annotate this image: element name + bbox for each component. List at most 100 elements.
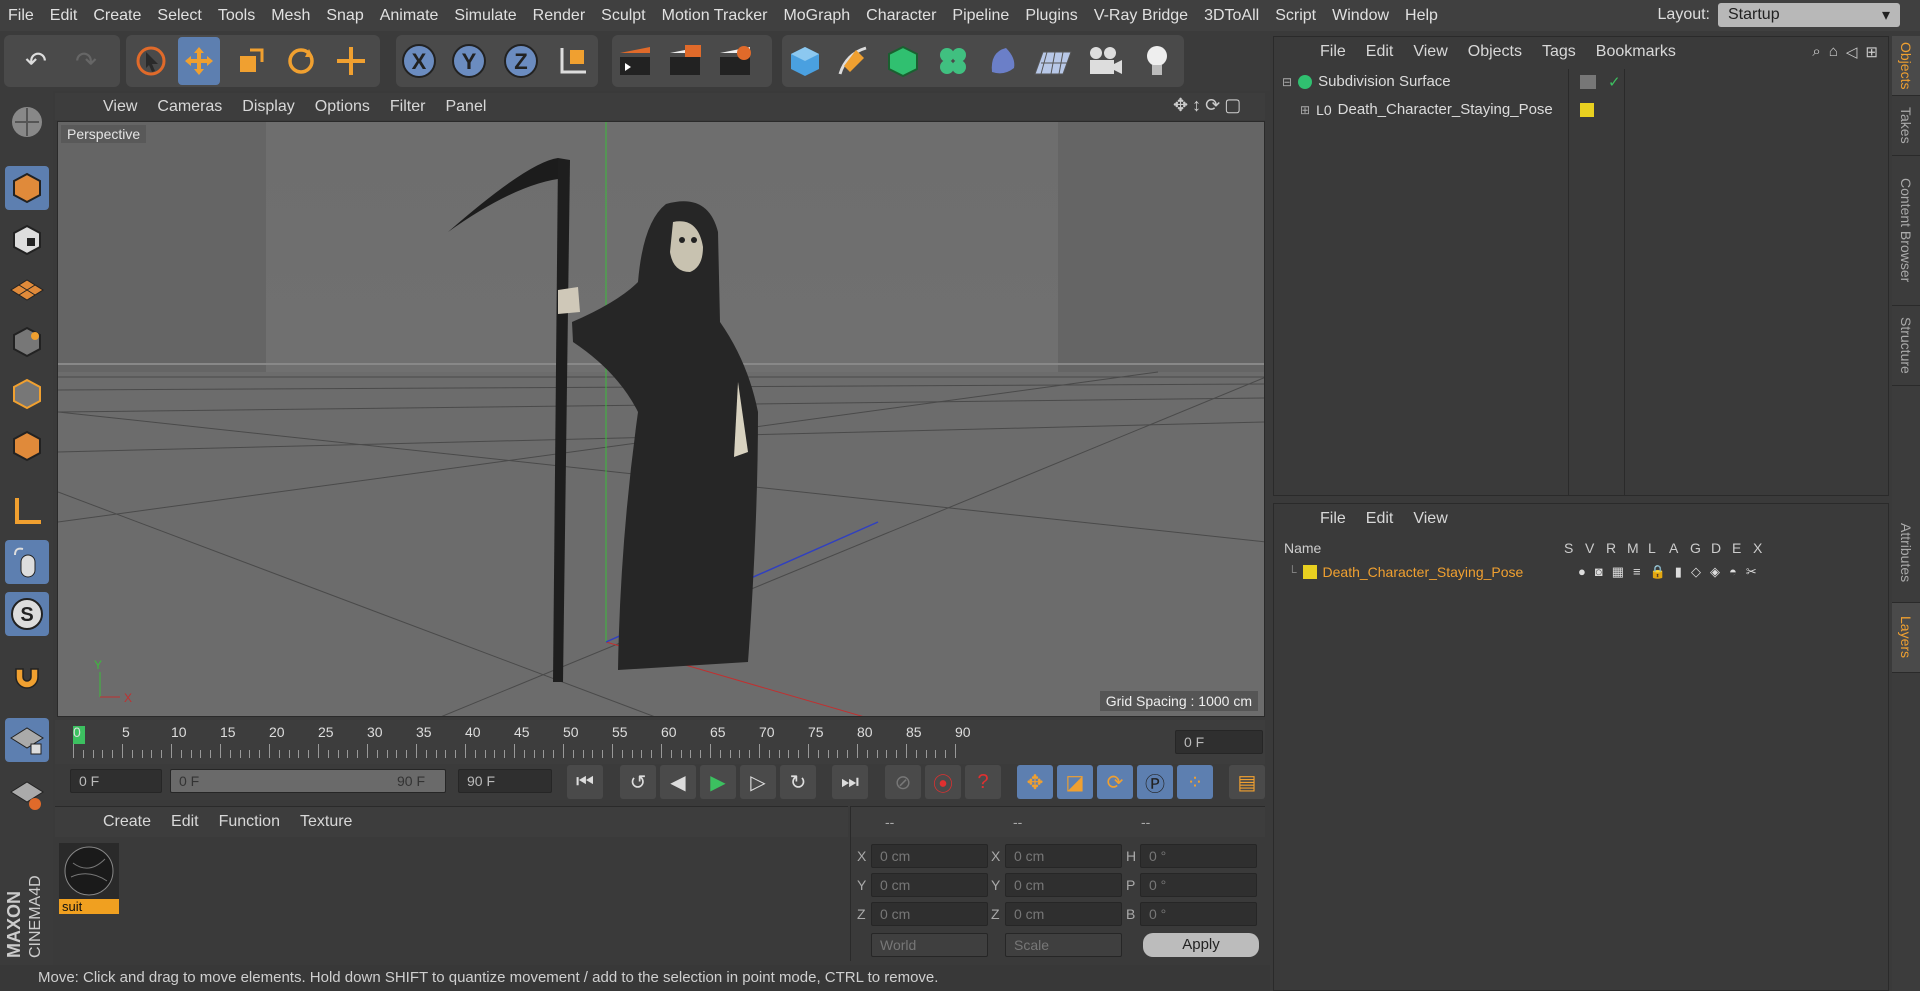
layer-column-header[interactable]: V bbox=[1585, 540, 1594, 556]
current-frame-field[interactable]: 0 F bbox=[1175, 730, 1263, 754]
play-icon[interactable]: ▶ bbox=[700, 765, 736, 799]
layout-dropdown[interactable]: Startup ▾ bbox=[1718, 3, 1900, 27]
texture-mode-icon[interactable] bbox=[5, 218, 49, 262]
menu-item-sculpt[interactable]: Sculpt bbox=[593, 7, 653, 25]
render-toggle-icon[interactable]: ▦ bbox=[1612, 564, 1624, 580]
visibility-icon[interactable] bbox=[1580, 74, 1596, 89]
layer-column-header[interactable]: D bbox=[1711, 540, 1721, 556]
layer-column-header[interactable]: A bbox=[1669, 540, 1678, 556]
new-window-icon[interactable]: ⊞ bbox=[1865, 43, 1878, 61]
menu-item-animate[interactable]: Animate bbox=[372, 7, 447, 25]
menu-item-create[interactable]: Create bbox=[85, 7, 149, 25]
generator-toggle-icon[interactable]: ◇ bbox=[1691, 564, 1701, 580]
apply-button[interactable]: Apply bbox=[1143, 933, 1259, 957]
polygons-mode-icon[interactable] bbox=[5, 424, 49, 468]
coord-field[interactable]: 0 ° bbox=[1140, 873, 1257, 897]
pan-icon[interactable]: ✥ bbox=[1173, 95, 1188, 116]
animation-toggle-icon[interactable]: ▮ bbox=[1675, 564, 1682, 580]
coordinate-mode-dropdown[interactable]: World bbox=[871, 933, 988, 957]
frame-range-slider[interactable]: 0 F 90 F bbox=[170, 769, 446, 793]
cube-primitive-icon[interactable] bbox=[784, 37, 826, 85]
layer-menu-view[interactable]: View bbox=[1403, 510, 1457, 528]
x-axis-lock-icon[interactable]: X bbox=[398, 37, 440, 85]
select-pointer-icon[interactable] bbox=[130, 37, 172, 85]
go-to-start-icon[interactable]: ⏮ bbox=[567, 765, 603, 799]
expand-icon[interactable]: ⊞ bbox=[1300, 103, 1310, 117]
menu-item-character[interactable]: Character bbox=[858, 7, 944, 25]
menu-item-snap[interactable]: Snap bbox=[318, 7, 371, 25]
layer-column-header[interactable]: X bbox=[1753, 540, 1762, 556]
key-pla-icon[interactable]: ⁘ bbox=[1177, 765, 1213, 799]
coord-field[interactable]: 0 cm bbox=[871, 844, 988, 868]
viewport-menu-cameras[interactable]: Cameras bbox=[147, 98, 232, 116]
solo-mode-icon[interactable]: S bbox=[5, 592, 49, 636]
key-scale-icon[interactable]: ◪ bbox=[1057, 765, 1093, 799]
undo-icon[interactable]: ↶ bbox=[15, 37, 57, 85]
keyframe-selection-icon[interactable]: ? bbox=[965, 765, 1001, 799]
subdivision-surface-icon[interactable] bbox=[882, 37, 924, 85]
previous-frame-icon[interactable]: ◀ bbox=[660, 765, 696, 799]
axis-mode-icon[interactable] bbox=[5, 488, 49, 532]
viewport-menu-options[interactable]: Options bbox=[305, 98, 380, 116]
cloner-icon[interactable] bbox=[932, 37, 974, 85]
object-menu-tags[interactable]: Tags bbox=[1532, 43, 1586, 61]
menu-item-script[interactable]: Script bbox=[1267, 7, 1324, 25]
coord-field[interactable]: 0 cm bbox=[1005, 844, 1122, 868]
collapse-icon[interactable]: ⊟ bbox=[1282, 75, 1292, 89]
layer-row[interactable]: └ Death_Character_Staying_Pose ● ◙ ▦ ≡ 🔒… bbox=[1288, 562, 1883, 582]
pen-spline-icon[interactable] bbox=[832, 37, 874, 85]
viewport-menu-display[interactable]: Display bbox=[232, 98, 304, 116]
light-icon[interactable] bbox=[1136, 37, 1178, 85]
menu-item-pipeline[interactable]: Pipeline bbox=[944, 7, 1017, 25]
workplane-lock-icon[interactable] bbox=[5, 718, 49, 762]
size-mode-dropdown[interactable]: Scale bbox=[1005, 933, 1122, 957]
layer-column-header[interactable]: S bbox=[1564, 540, 1573, 556]
rotate-view-icon[interactable]: ⟳ bbox=[1205, 95, 1220, 116]
key-position-icon[interactable]: ✥ bbox=[1017, 765, 1053, 799]
menu-item-3dtoall[interactable]: 3DToAll bbox=[1196, 7, 1267, 25]
material-menu-texture[interactable]: Texture bbox=[290, 813, 362, 831]
check-icon[interactable]: ✓ bbox=[1608, 73, 1621, 91]
key-rotation-icon[interactable]: ⟳ bbox=[1097, 765, 1133, 799]
object-menu-objects[interactable]: Objects bbox=[1458, 43, 1532, 61]
menu-item-help[interactable]: Help bbox=[1397, 7, 1446, 25]
menu-item-window[interactable]: Window bbox=[1324, 7, 1397, 25]
menu-item-select[interactable]: Select bbox=[149, 7, 209, 25]
workplane-mode-icon[interactable] bbox=[5, 268, 49, 312]
floor-icon[interactable] bbox=[1032, 37, 1074, 85]
object-menu-bookmarks[interactable]: Bookmarks bbox=[1586, 43, 1686, 61]
coord-field[interactable]: 0 cm bbox=[871, 902, 988, 926]
material-menu-create[interactable]: Create bbox=[93, 813, 161, 831]
material-menu-function[interactable]: Function bbox=[209, 813, 290, 831]
key-parameter-icon[interactable]: Ⓟ bbox=[1137, 765, 1173, 799]
viewport-menu-panel[interactable]: Panel bbox=[435, 98, 496, 116]
tweak-mode-icon[interactable] bbox=[5, 540, 49, 584]
coord-field[interactable]: 0 cm bbox=[871, 873, 988, 897]
y-axis-lock-icon[interactable]: Y bbox=[448, 37, 490, 85]
start-frame-field[interactable]: 0 F bbox=[70, 769, 162, 793]
layer-column-header[interactable]: Name bbox=[1284, 540, 1321, 556]
manager-toggle-icon[interactable]: ≡ bbox=[1633, 564, 1641, 580]
perspective-viewport[interactable]: Y X Perspective Grid Spacing : 1000 cm bbox=[57, 121, 1265, 717]
edges-mode-icon[interactable] bbox=[5, 372, 49, 416]
layer-menu-file[interactable]: File bbox=[1310, 510, 1356, 528]
layer-column-header[interactable]: L bbox=[1648, 540, 1656, 556]
xref-toggle-icon[interactable]: ✂ bbox=[1746, 564, 1757, 580]
menu-item-simulate[interactable]: Simulate bbox=[446, 7, 524, 25]
tab-takes[interactable]: Takes bbox=[1892, 96, 1920, 156]
autokey-icon[interactable]: ⦿ bbox=[925, 765, 961, 799]
material-menu-edit[interactable]: Edit bbox=[161, 813, 209, 831]
z-axis-lock-icon[interactable]: Z bbox=[500, 37, 542, 85]
solo-toggle-icon[interactable]: ● bbox=[1578, 564, 1586, 580]
timeline[interactable]: 0 5 10 15 20 25 30 35 40 45 50 55 60 65 70 75 80 85 90 0 F bbox=[55, 720, 1265, 764]
menu-item-edit[interactable]: Edit bbox=[42, 7, 86, 25]
material-suit[interactable]: suit bbox=[59, 843, 119, 914]
layer-name[interactable]: Death_Character_Staying_Pose bbox=[1323, 564, 1524, 580]
layer-color-tag[interactable] bbox=[1580, 102, 1594, 117]
object-row-character[interactable]: ⊞ L0 Death_Character_Staying_Pose bbox=[1300, 101, 1880, 118]
tab-layers[interactable]: Layers bbox=[1892, 603, 1920, 673]
layer-column-header[interactable]: E bbox=[1732, 540, 1741, 556]
search-icon[interactable]: ⌕ bbox=[1812, 43, 1820, 61]
menu-item-plugins[interactable]: Plugins bbox=[1017, 7, 1085, 25]
layer-color-swatch[interactable] bbox=[1302, 565, 1317, 579]
